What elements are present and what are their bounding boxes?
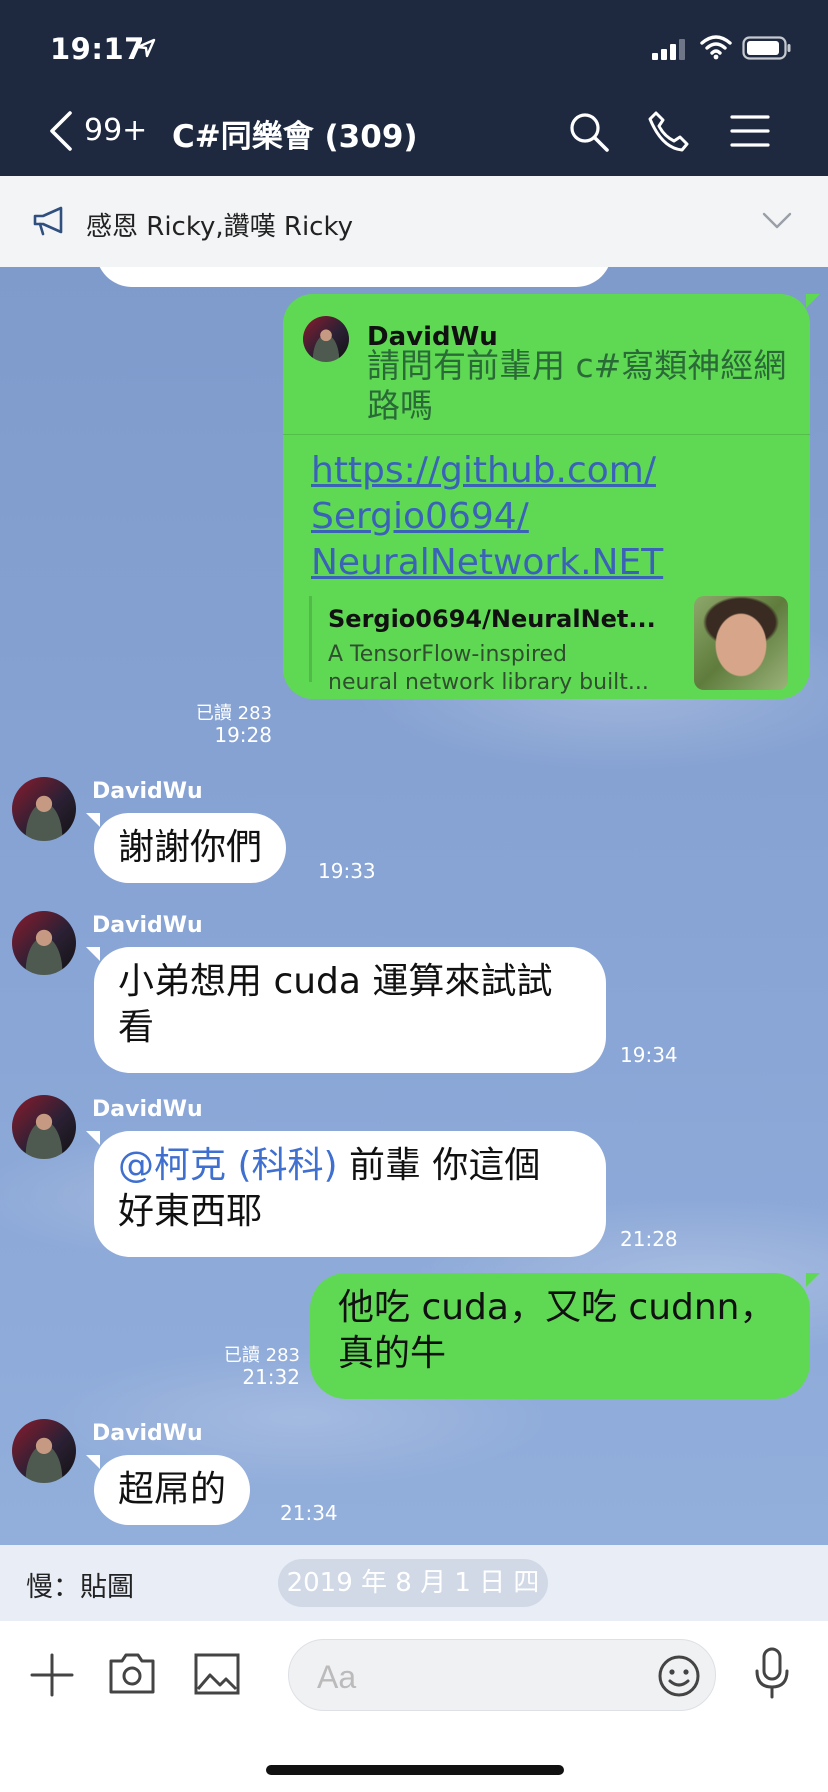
message-text: 超屌的 xyxy=(118,1469,227,1510)
message-time: 19:28 xyxy=(214,723,272,747)
bubble-tail xyxy=(86,947,100,961)
location-arrow-icon xyxy=(136,38,156,58)
sender-name: DavidWu xyxy=(92,1421,203,1446)
unread-count[interactable]: 99+ xyxy=(84,113,147,148)
message-bubble[interactable]: 小弟想用 cuda 運算來試試 看 xyxy=(94,947,606,1073)
status-bar: 19:17 xyxy=(0,0,828,92)
search-icon[interactable] xyxy=(568,111,610,153)
message-text: 前輩 你這個 xyxy=(337,1145,541,1186)
chat-title[interactable]: C#同樂會 (309) xyxy=(172,111,418,156)
message-bubble-own[interactable]: 他吃 cuda，又吃 cudnn， 真的牛 xyxy=(310,1273,810,1399)
message-text-field[interactable] xyxy=(315,1654,619,1700)
message-input-bar xyxy=(0,1621,828,1792)
home-indicator[interactable] xyxy=(266,1765,564,1775)
read-receipt: 已讀 283 xyxy=(223,1345,300,1366)
message-text-line1: 他吃 cuda，又吃 cudnn， xyxy=(338,1287,776,1328)
message-bubble[interactable]: 謝謝你們 xyxy=(94,813,287,883)
announcement-bar[interactable]: 感恩 Ricky,讚嘆 Ricky xyxy=(0,176,828,267)
message-bubble-partial[interactable] xyxy=(96,267,612,287)
microphone-icon[interactable] xyxy=(754,1647,790,1701)
sender-avatar[interactable] xyxy=(12,1419,76,1483)
sender-avatar[interactable] xyxy=(12,777,76,841)
link-url-line3[interactable]: NeuralNetwork.NET xyxy=(311,540,663,586)
message-time: 19:34 xyxy=(620,1043,678,1067)
reply-quoted-text: 請問有前輩用 c#寫類神經網路嗎 xyxy=(367,346,787,425)
message-bubble[interactable]: 超屌的 xyxy=(94,1455,251,1525)
bubble-tail xyxy=(86,1131,100,1145)
sender-name: DavidWu xyxy=(92,779,203,804)
sender-name: DavidWu xyxy=(92,1097,203,1122)
message-time: 19:33 xyxy=(318,859,376,883)
link-url-line2[interactable]: Sergio0694/ xyxy=(311,494,663,540)
image-icon[interactable] xyxy=(194,1653,240,1695)
back-chevron-icon[interactable] xyxy=(48,110,74,152)
message-time: 21:32 xyxy=(242,1365,300,1389)
link-preview-thumbnail xyxy=(694,596,788,690)
message-text: 謝謝你們 xyxy=(118,827,263,868)
message-bubble-link[interactable]: DavidWu 請問有前輩用 c#寫類神經網路嗎 https://github.… xyxy=(283,294,810,699)
wifi-icon xyxy=(700,35,732,60)
message-time: 21:34 xyxy=(280,1501,338,1525)
message-text-line2: 好東西耶 xyxy=(118,1191,263,1232)
chat-area[interactable]: DavidWu 請問有前輩用 c#寫類神經網路嗎 https://github.… xyxy=(0,267,828,1545)
megaphone-icon xyxy=(33,206,63,236)
message-text-line1: @柯克 (科科) 前輩 你這個 xyxy=(118,1143,582,1189)
sticker-suggestion-bar[interactable]: 慢：貼圖 2019 年 8 月 1 日 四 xyxy=(0,1545,828,1621)
bubble-tail xyxy=(86,813,100,827)
chevron-down-icon[interactable] xyxy=(762,212,792,230)
bubble-tail xyxy=(806,1273,820,1287)
read-receipt: 已讀 283 xyxy=(195,703,272,724)
camera-icon[interactable] xyxy=(108,1651,156,1695)
sender-name: DavidWu xyxy=(92,913,203,938)
signal-icon xyxy=(652,39,685,60)
message-text-line1: 小弟想用 cuda 運算來試試 xyxy=(118,961,553,1002)
emoji-icon[interactable] xyxy=(657,1654,701,1698)
sender-avatar[interactable] xyxy=(12,911,76,975)
date-separator: 2019 年 8 月 1 日 四 xyxy=(278,1559,548,1607)
link-url[interactable]: https://github.com/ Sergio0694/ NeuralNe… xyxy=(311,448,663,586)
mention-link[interactable]: @柯克 (科科) xyxy=(118,1145,338,1186)
plus-icon[interactable] xyxy=(30,1653,74,1697)
sticker-suggestion-label[interactable]: 慢：貼圖 xyxy=(26,1565,134,1604)
message-text-line2: 真的牛 xyxy=(338,1333,447,1374)
battery-icon xyxy=(742,36,791,60)
link-preview-desc-2: neural network library built... xyxy=(328,670,649,695)
reply-divider xyxy=(283,434,810,435)
announcement-text: 感恩 Ricky,讚嘆 Ricky xyxy=(86,212,353,242)
sender-avatar[interactable] xyxy=(12,1095,76,1159)
message-bubble[interactable]: @柯克 (科科) 前輩 你這個 好東西耶 xyxy=(94,1131,606,1257)
reply-avatar xyxy=(303,316,349,362)
link-url-line1[interactable]: https://github.com/ xyxy=(311,448,663,494)
status-time: 19:17 xyxy=(50,32,145,66)
message-time: 21:28 xyxy=(620,1227,678,1251)
message-input[interactable] xyxy=(288,1639,716,1711)
bubble-tail xyxy=(86,1455,100,1469)
menu-icon[interactable] xyxy=(730,114,770,148)
bubble-tail xyxy=(806,294,820,308)
message-text-line2: 看 xyxy=(118,1007,155,1048)
phone-icon[interactable] xyxy=(646,110,690,154)
